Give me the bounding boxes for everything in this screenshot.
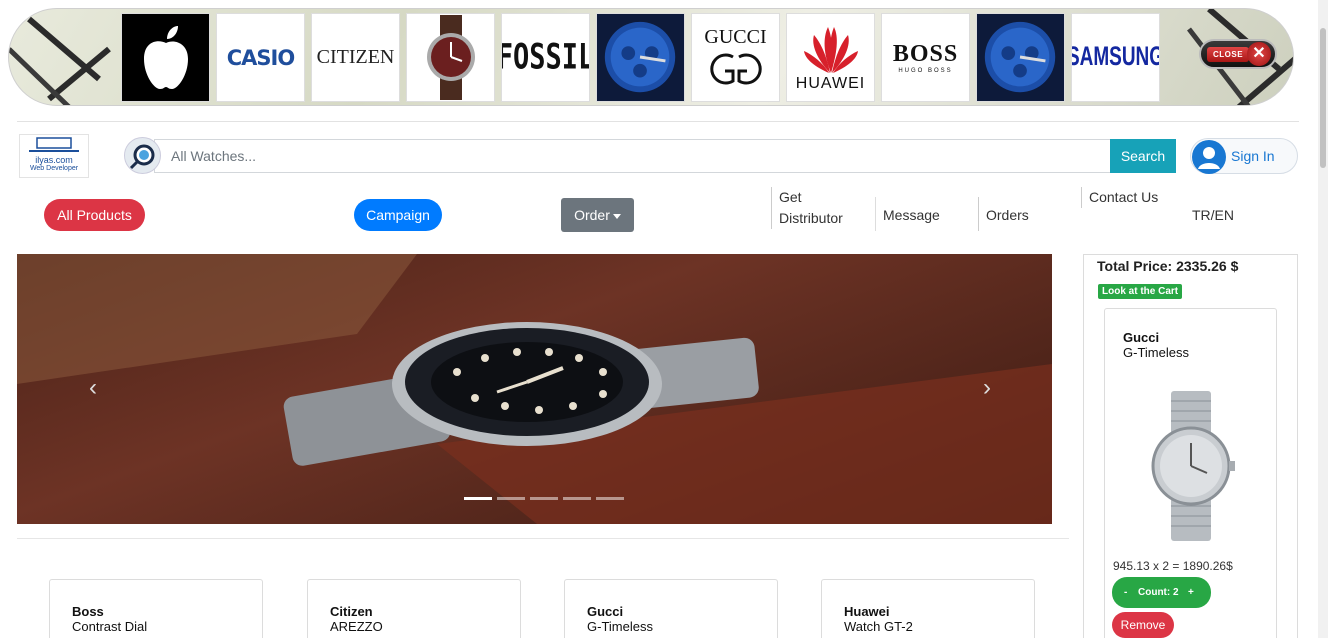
huawei-logo: HUAWEI	[795, 74, 866, 92]
search-bar: Search	[124, 137, 1176, 174]
divider	[17, 121, 1299, 122]
brand-blue-watch-2[interactable]	[976, 13, 1065, 102]
carousel-indicator[interactable]	[563, 497, 591, 500]
citizen-logo: CITIZEN	[316, 46, 395, 68]
hugo-boss-sublabel: HUGO BOSS	[898, 68, 953, 74]
nav-link-message[interactable]: Message	[875, 197, 940, 231]
cart-item-model: G-Timeless	[1123, 345, 1189, 360]
cart-panel: Total Price: 2335.26 $ Look at the Cart …	[1083, 254, 1298, 638]
page-scrollbar[interactable]	[1318, 0, 1328, 638]
product-card[interactable]: Gucci G-Timeless	[564, 579, 778, 638]
campaign-button[interactable]: Campaign	[354, 199, 442, 231]
product-model: Watch GT-2	[844, 619, 913, 634]
logo-title: ilyas.com	[35, 155, 73, 165]
user-avatar-icon	[1192, 140, 1226, 174]
product-card[interactable]: Boss Contrast Dial	[49, 579, 263, 638]
search-button[interactable]: Search	[1110, 139, 1176, 173]
product-card[interactable]: Huawei Watch GT-2	[821, 579, 1035, 638]
brand-gucci[interactable]: GUCCI	[691, 13, 780, 102]
brand-strip: CASIO CITIZEN FOSSIL GUCCI HUAWEI BOSS H…	[8, 8, 1294, 106]
huawei-petal-icon	[803, 26, 858, 73]
language-label: TR/EN	[1192, 207, 1234, 223]
carousel-next-icon[interactable]: ›	[983, 374, 991, 402]
search-input[interactable]	[154, 139, 1112, 173]
product-model: Contrast Dial	[72, 619, 148, 634]
nav-link-get-distributor[interactable]: Get Distributor	[771, 187, 861, 229]
close-label: CLOSE	[1207, 46, 1250, 62]
gucci-gg-icon	[709, 53, 762, 85]
nav-link-orders[interactable]: Orders	[978, 197, 1029, 231]
close-brands-button[interactable]: CLOSE ✕	[1199, 39, 1277, 69]
carousel-indicator[interactable]	[464, 497, 492, 500]
casio-logo: CASIO	[226, 45, 295, 70]
laptop-logo-icon	[29, 137, 79, 152]
divider	[17, 538, 1069, 539]
all-products-button[interactable]: All Products	[44, 199, 145, 231]
caret-down-icon	[612, 213, 621, 219]
search-icon[interactable]	[124, 137, 161, 174]
look-at-cart-button[interactable]: Look at the Cart	[1098, 284, 1183, 299]
product-brand: Boss	[72, 604, 104, 619]
watch-image-icon	[426, 15, 475, 100]
hero-carousel[interactable]: ‹ ›	[17, 254, 1052, 524]
gucci-logo: GUCCI	[704, 26, 767, 48]
product-model: AREZZO	[330, 619, 383, 634]
sign-in-button[interactable]: Sign In	[1190, 138, 1298, 174]
brand-boss[interactable]: BOSS HUGO BOSS	[881, 13, 970, 102]
decrement-button[interactable]: -	[1124, 577, 1127, 608]
samsung-logo: SAMSUNG	[1071, 42, 1160, 72]
scrollbar-thumb[interactable]	[1320, 28, 1326, 168]
cart-total: Total Price: 2335.26 $	[1097, 258, 1239, 274]
product-brand: Huawei	[844, 604, 890, 619]
cart-item: Gucci G-Timeless 945.13 x 2 = 1890.26$ -…	[1104, 308, 1277, 638]
site-logo[interactable]: ilyas.com Web Developer	[19, 134, 89, 178]
nav-link-contact-us[interactable]: Contact Us	[1081, 187, 1161, 208]
apple-logo-icon	[143, 25, 188, 89]
order-label: Order	[574, 207, 610, 223]
sign-in-label: Sign In	[1231, 148, 1275, 164]
blue-watch-image-icon	[977, 14, 1064, 101]
brand-samsung[interactable]: SAMSUNG	[1071, 13, 1160, 102]
carousel-watch-image	[17, 254, 1052, 524]
order-dropdown[interactable]: Order	[561, 198, 634, 232]
brand-list: CASIO CITIZEN FOSSIL GUCCI HUAWEI BOSS H…	[121, 13, 1160, 102]
brand-citizen[interactable]: CITIZEN	[311, 13, 400, 102]
carousel-prev-icon[interactable]: ‹	[89, 374, 97, 402]
blue-watch-image-icon	[597, 14, 684, 101]
carousel-indicator[interactable]	[596, 497, 624, 500]
brand-apple[interactable]	[121, 13, 210, 102]
brand-blue-watch[interactable]	[596, 13, 685, 102]
increment-button[interactable]: +	[1188, 577, 1194, 608]
cart-item-price-calc: 945.13 x 2 = 1890.26$	[1113, 559, 1233, 573]
boss-logo: BOSS	[892, 41, 959, 67]
brand-huawei[interactable]: HUAWEI	[786, 13, 875, 102]
product-brand: Citizen	[330, 604, 373, 619]
orders-label: Orders	[986, 207, 1029, 223]
message-label: Message	[883, 207, 940, 223]
product-model: G-Timeless	[587, 619, 653, 634]
page: CASIO CITIZEN FOSSIL GUCCI HUAWEI BOSS H…	[0, 0, 1328, 638]
cart-item-brand: Gucci	[1123, 330, 1160, 345]
close-icon: ✕	[1247, 42, 1271, 66]
carousel-indicators	[464, 497, 624, 500]
brand-fossil[interactable]: FOSSIL	[501, 13, 590, 102]
brand-casio[interactable]: CASIO	[216, 13, 305, 102]
cart-item-count-stepper: - Count: 2 +	[1112, 577, 1211, 608]
carousel-indicator[interactable]	[530, 497, 558, 500]
fossil-logo: FOSSIL	[501, 37, 590, 78]
brand-watch[interactable]	[406, 13, 495, 102]
logo-subtitle: Web Developer	[29, 165, 79, 172]
product-card[interactable]: Citizen AREZZO	[307, 579, 521, 638]
count-label: Count: 2	[1138, 587, 1179, 598]
remove-button[interactable]: Remove	[1112, 612, 1174, 638]
carousel-indicator[interactable]	[497, 497, 525, 500]
cart-item-watch-image	[1151, 391, 1235, 541]
nav-link-language[interactable]: TR/EN	[1185, 197, 1234, 231]
product-brand: Gucci	[587, 604, 624, 619]
